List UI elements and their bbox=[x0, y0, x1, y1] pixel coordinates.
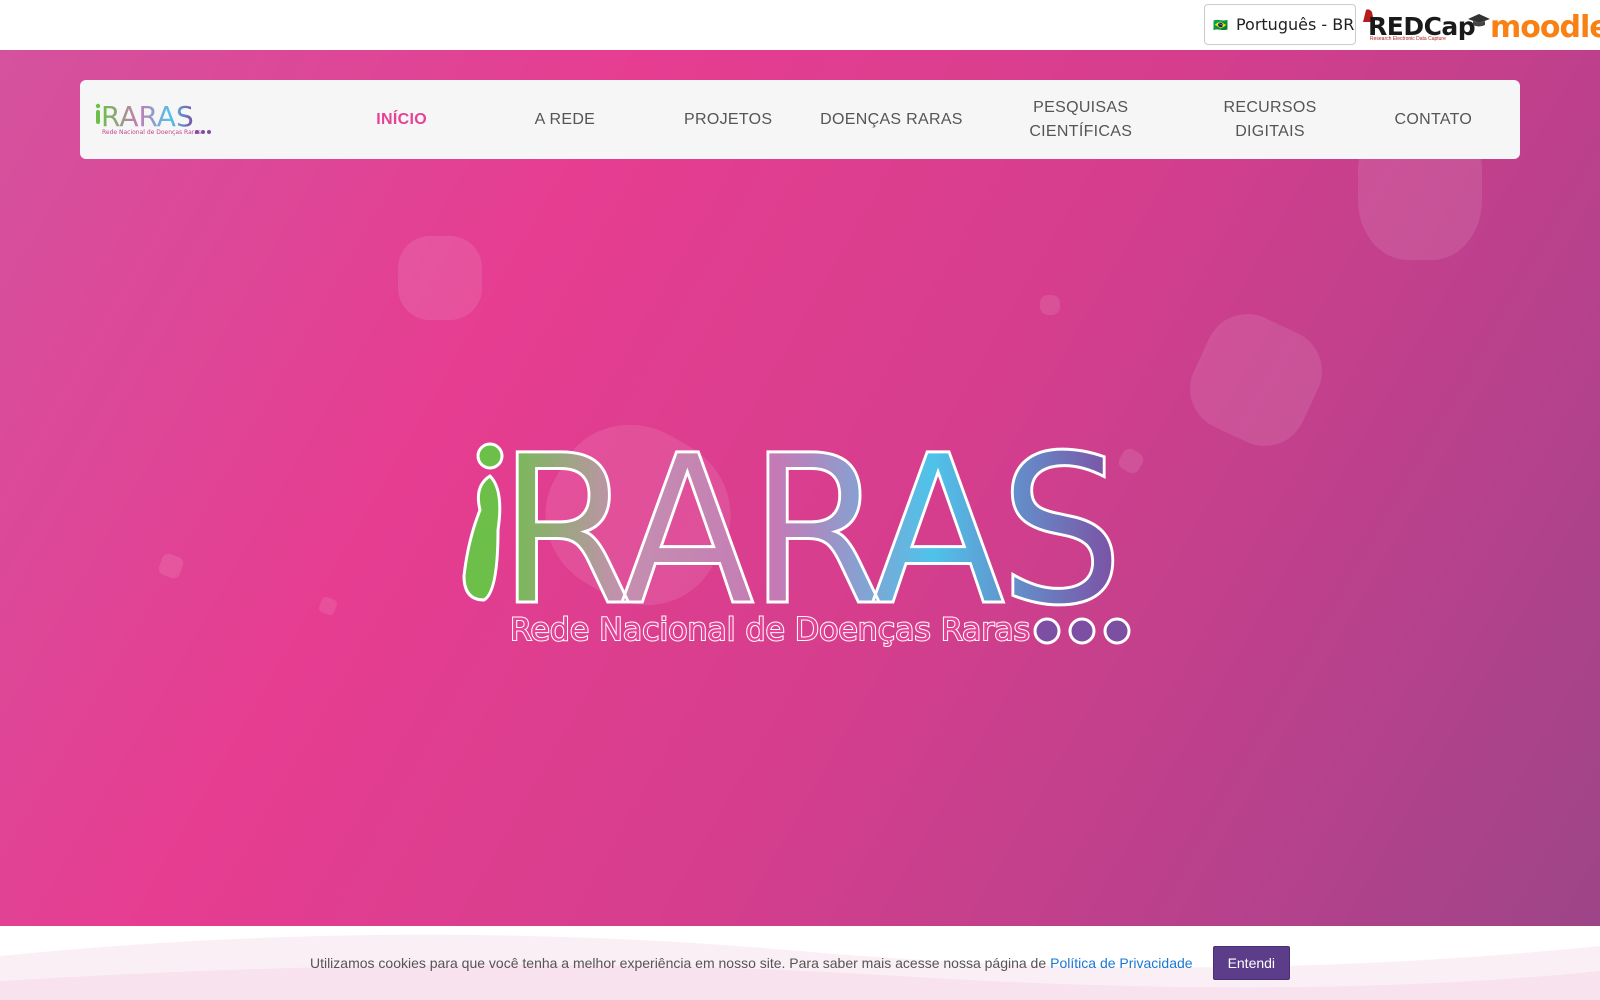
top-utility-bar: 🇧🇷 Português - BR REDCap Research Electr… bbox=[0, 0, 1600, 50]
moodle-wordmark: moodle bbox=[1490, 10, 1600, 45]
hero-raras-logo: RARAS Rede Nacional de Doenças Raras bbox=[462, 410, 1131, 650]
language-label: Português - BR bbox=[1235, 15, 1355, 34]
moodle-logo[interactable]: moodle bbox=[1468, 8, 1600, 45]
hero-logo-subtitle: Rede Nacional de Doenças Raras bbox=[510, 612, 1030, 648]
redcap-logo[interactable]: REDCap Research Electronic Data Capture bbox=[1360, 8, 1476, 42]
hero-section: RARAS Rede Nacional de Doenças Raras INÍ… bbox=[0, 50, 1600, 1000]
cookie-banner: Utilizamos cookies para que você tenha a… bbox=[0, 926, 1600, 1000]
graduation-cap-icon bbox=[1468, 14, 1490, 27]
accept-cookies-button[interactable]: Entendi bbox=[1212, 946, 1291, 980]
nav-item-doencas-raras[interactable]: DOENÇAS RARAS bbox=[810, 80, 973, 159]
privacy-policy-link[interactable]: Política de Privacidade bbox=[1050, 955, 1192, 971]
nav-item-a-rede[interactable]: A REDE bbox=[483, 80, 646, 159]
cookie-message: Utilizamos cookies para que você tenha a… bbox=[309, 955, 1193, 971]
decorative-shape bbox=[317, 595, 339, 617]
raras-brand-logo[interactable]: RARAS Rede Nacional de Doenças Raras bbox=[94, 100, 214, 140]
decorative-shape bbox=[398, 236, 482, 320]
brazil-flag-icon: 🇧🇷 bbox=[1213, 17, 1228, 32]
main-navigation: RARAS Rede Nacional de Doenças Raras INÍ… bbox=[80, 80, 1520, 159]
decorative-shape bbox=[156, 551, 186, 581]
nav-item-inicio[interactable]: INÍCIO bbox=[320, 80, 483, 159]
nav-item-projetos[interactable]: PROJETOS bbox=[647, 80, 810, 159]
decorative-shape bbox=[1176, 300, 1336, 460]
nav-menu: INÍCIO A REDE PROJETOS DOENÇAS RARAS PES… bbox=[320, 80, 1515, 159]
nav-item-pesquisas-cientificas[interactable]: PESQUISAS CIENTÍFICAS bbox=[973, 80, 1188, 159]
decorative-shape bbox=[1040, 295, 1060, 315]
nav-item-recursos-digitais[interactable]: RECURSOS DIGITAIS bbox=[1188, 80, 1351, 159]
redcap-tagline: Research Electronic Data Capture bbox=[1370, 36, 1446, 42]
language-select[interactable]: 🇧🇷 Português - BR bbox=[1204, 4, 1356, 45]
brand-subtitle: Rede Nacional de Doenças Raras bbox=[102, 129, 201, 136]
nav-item-contato[interactable]: CONTATO bbox=[1352, 80, 1515, 159]
